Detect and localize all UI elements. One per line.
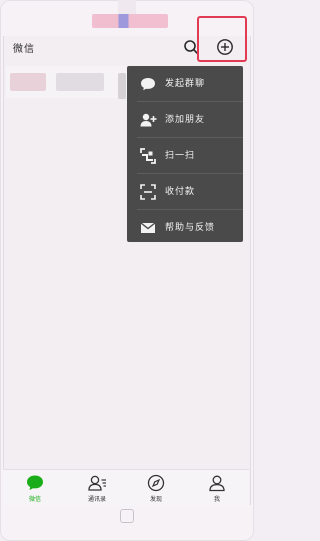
home-button[interactable] [120,509,134,523]
chat-text-blur [56,73,104,91]
plus-dropdown-menu: 发起群聊 添加朋友 扫一扫 收付款 帮助与反馈 [127,66,243,242]
phone-frame: 微信 发起群聊 添加朋友 扫一扫 收付款 帮助与反馈 微信 通讯录 发现 我 [0,0,254,541]
tab-discover[interactable]: 发现 [136,470,176,506]
tab-chats[interactable]: 微信 [15,470,55,506]
chat-bubble-icon [27,475,43,490]
chat-bubble-icon [141,78,155,91]
add-friend-icon [140,113,157,127]
tab-label: 微信 [28,496,41,503]
tab-me[interactable]: 我 [197,470,237,506]
menu-item-label: 扫一扫 [165,151,196,161]
menu-item-label: 发起群聊 [165,79,206,89]
person-icon [209,475,225,492]
menu-item-scan[interactable]: 扫一扫 [127,138,243,173]
bottom-tab-bar: 微信 通讯录 发现 我 [3,469,249,506]
page-title: 微信 [13,43,35,55]
chat-edge-blur [118,73,126,99]
scan-icon [140,148,156,164]
contacts-icon [88,475,106,491]
add-plus-icon[interactable] [216,38,234,56]
tab-label: 发现 [149,496,162,503]
tab-label: 通讯录 [87,496,106,503]
tab-contacts[interactable]: 通讯录 [77,470,117,506]
menu-item-label: 收付款 [165,187,196,197]
tab-label: 我 [213,496,220,503]
menu-item-help-feedback[interactable]: 帮助与反馈 [127,210,243,245]
menu-item-add-friend[interactable]: 添加朋友 [127,102,243,137]
compass-icon [147,474,165,492]
status-notch [118,0,136,14]
payment-scan-icon [140,184,156,200]
status-bar [92,14,168,28]
menu-item-label: 添加朋友 [165,115,206,125]
menu-item-payment[interactable]: 收付款 [127,174,243,209]
menu-item-group-chat[interactable]: 发起群聊 [127,66,243,101]
mail-icon [140,222,156,233]
chat-avatar-blur [10,73,46,91]
menu-item-label: 帮助与反馈 [165,223,216,233]
